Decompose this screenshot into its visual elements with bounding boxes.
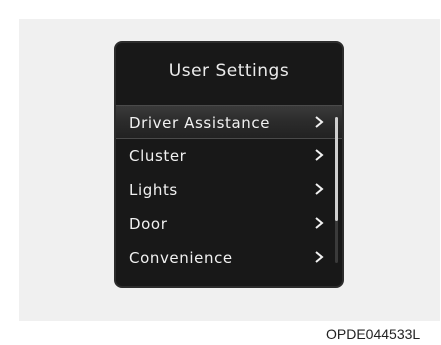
- menu-item-label: Convenience: [129, 249, 233, 267]
- menu-item-door[interactable]: Door: [116, 207, 342, 241]
- chevron-right-icon: [315, 251, 324, 263]
- menu-item-label: Driver Assistance: [129, 114, 271, 132]
- chevron-right-icon: [315, 149, 324, 161]
- scrollbar-thumb[interactable]: [335, 117, 338, 221]
- cluster-display: User Settings Driver Assistance Cluster …: [114, 41, 344, 288]
- menu-item-lights[interactable]: Lights: [116, 173, 342, 207]
- scrollbar[interactable]: [335, 117, 338, 263]
- menu-item-driver-assistance[interactable]: Driver Assistance: [116, 105, 342, 139]
- chevron-right-icon: [315, 217, 324, 229]
- menu-item-cluster[interactable]: Cluster: [116, 139, 342, 173]
- menu-item-label: Cluster: [129, 147, 187, 165]
- figure-code: OPDE044533L: [326, 326, 421, 342]
- menu-title: User Settings: [168, 61, 290, 81]
- menu-item-convenience[interactable]: Convenience: [116, 241, 342, 275]
- chevron-right-icon: [315, 183, 324, 195]
- menu-item-label: Lights: [129, 181, 178, 199]
- menu-item-label: Door: [129, 215, 168, 233]
- chevron-right-icon: [315, 116, 324, 128]
